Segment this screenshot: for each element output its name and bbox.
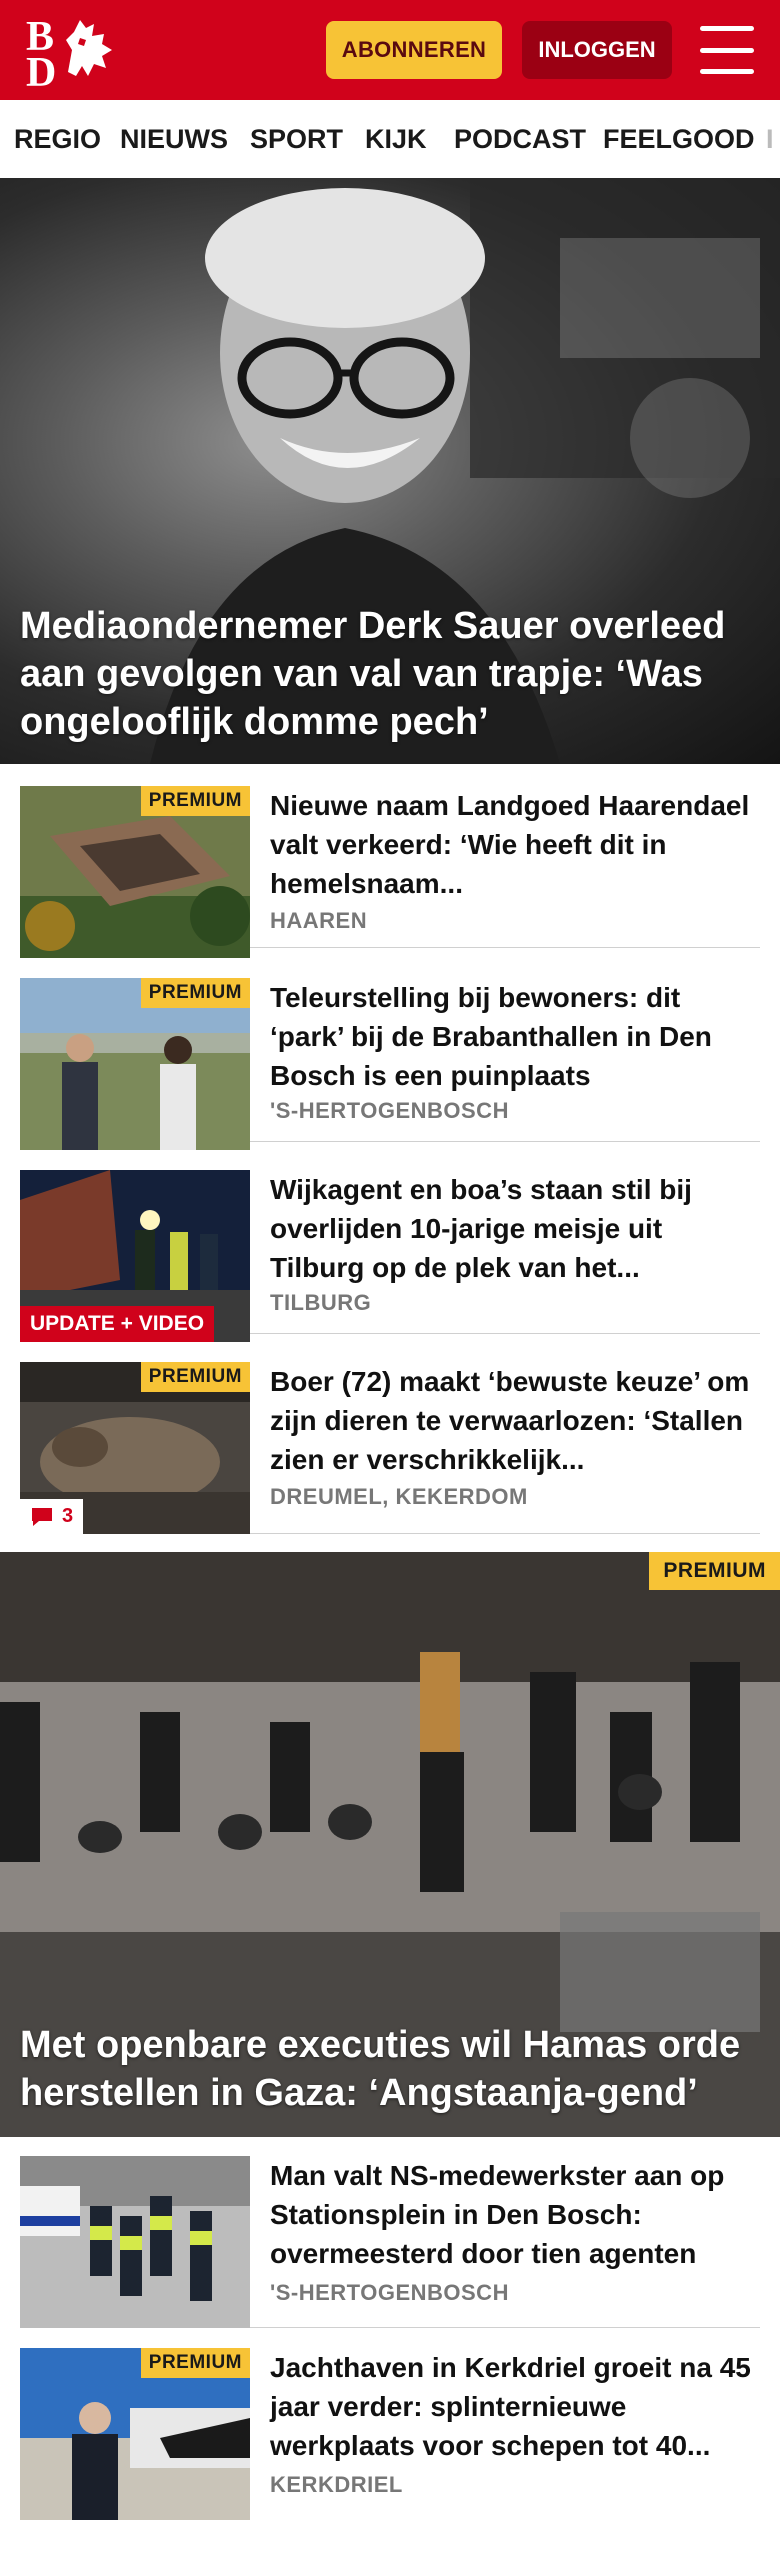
article-thumbnail: PREMIUM [20,786,250,958]
article-row[interactable]: PREMIUM Jachthaven in Kerkdriel groeit n… [20,2340,760,2540]
article-title[interactable]: Nieuwe naam Landgoed Haarendael valt ver… [270,786,760,903]
premium-badge: PREMIUM [140,1362,250,1392]
article-location: HAAREN [270,908,368,933]
article-row[interactable]: PREMIUM Teleurstelling bij bewoners: dit… [20,970,760,1150]
article-thumbnail: PREMIUM [20,2348,250,2520]
nav-item-nieuws[interactable]: NIEUWS [120,124,228,155]
article-title[interactable]: Jachthaven in Kerkdriel groeit na 45 jaa… [270,2348,760,2465]
premium-badge: PREMIUM [649,1552,780,1590]
article-location: TILBURG [270,1290,372,1315]
article-title[interactable]: Boer (72) maakt ‘bewuste keuze’ om zijn … [270,1362,760,1479]
article-title[interactable]: Teleurstelling bij bewoners: dit ‘park’ … [270,978,760,1095]
article-title[interactable]: Man valt NS-medewerkster aan op Stations… [270,2156,760,2273]
featured-article[interactable]: PREMIUM Met openbare executies wil Hamas… [0,1552,780,2137]
login-button[interactable]: INLOGGEN [522,21,672,79]
hamburger-menu-icon[interactable] [700,22,754,78]
nav-item-regio[interactable]: REGIO [14,124,101,155]
article-title[interactable]: Wijkagent en boa’s staan stil bij overli… [270,1170,760,1287]
article-row[interactable]: UPDATE + VIDEO Wijkagent en boa’s staan … [20,1162,760,1342]
category-nav: REGIO NIEUWS SPORT KIJK PODCAST FEELGOOD… [0,100,780,179]
premium-badge: PREMIUM [140,2348,250,2378]
svg-text:D: D [26,50,56,90]
article-thumbnail [20,2156,250,2328]
premium-badge: PREMIUM [140,786,250,816]
article-row[interactable]: Man valt NS-medewerkster aan op Stations… [20,2148,760,2328]
article-row[interactable]: PREMIUM Nieuwe naam Landgoed Haarendael … [20,778,760,958]
article-thumbnail: UPDATE + VIDEO [20,1170,250,1342]
comment-count: 3 [62,1505,74,1527]
hero-headline[interactable]: Mediaondernemer Derk Sauer overleed aan … [20,602,760,746]
featured-headline[interactable]: Met openbare executies wil Hamas orde he… [20,2021,760,2117]
article-location: KERKDRIEL [270,2472,403,2497]
hero-article[interactable]: Mediaondernemer Derk Sauer overleed aan … [0,178,780,764]
site-header: B D ABONNEREN INLOGGEN [0,0,780,100]
premium-badge: PREMIUM [140,978,250,1008]
article-thumbnail: PREMIUM [20,978,250,1150]
comment-count-badge[interactable]: 3 [20,1499,84,1534]
nav-overflow-indicator: I [766,124,774,154]
article-location: 'S-HERTOGENBOSCH [270,1098,509,1123]
comment-icon [32,1507,52,1526]
subscribe-button[interactable]: ABONNEREN [326,21,502,79]
article-thumbnail: PREMIUM 3 [20,1362,250,1534]
update-video-badge: UPDATE + VIDEO [20,1306,215,1342]
nav-item-kijk[interactable]: KIJK [365,124,427,155]
bd-logo[interactable]: B D [22,10,122,96]
nav-item-feelgood[interactable]: FEELGOOD [603,124,755,155]
article-location: DREUMEL, KEKERDOM [270,1484,528,1509]
nav-item-podcast[interactable]: PODCAST [454,124,586,155]
article-row[interactable]: PREMIUM 3 Boer (72) maakt ‘bewuste keuze… [20,1354,760,1534]
nav-item-sport[interactable]: SPORT [250,124,343,155]
article-location: 'S-HERTOGENBOSCH [270,2280,509,2305]
